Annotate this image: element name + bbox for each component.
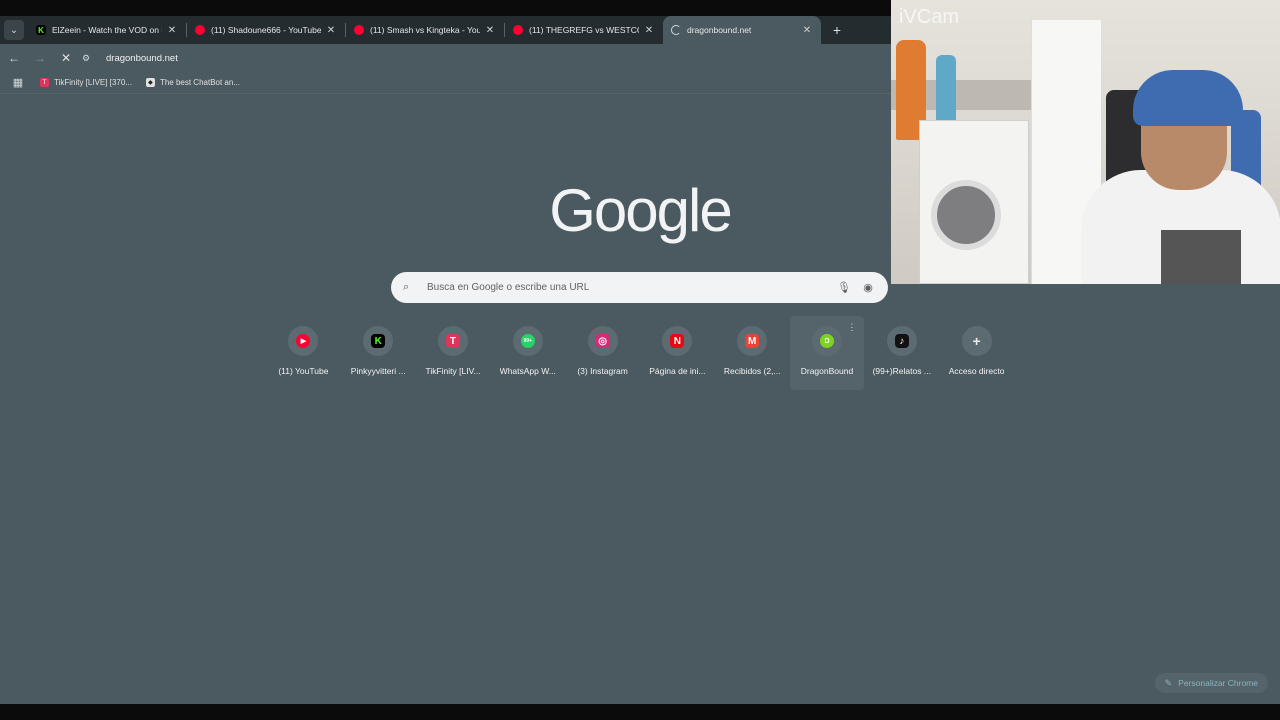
shortcut-label: Pinkyyvitteri ... [350, 366, 406, 376]
shortcut-tile: 99+ [512, 326, 543, 356]
arrow-left-icon: ← [8, 51, 20, 65]
shortcut-tile: D [811, 326, 842, 356]
instagram-icon: ◎ [595, 334, 610, 348]
tab-title: (11) Shadoune666 - YouTube [211, 25, 321, 35]
shortcut-tile: ♪ [886, 326, 917, 356]
tab-title: ElZeein - Watch the VOD on Ki [52, 25, 162, 35]
screen: ⌄ K ElZeein - Watch the VOD on Ki ✕ (11) Sh… [0, 0, 1280, 720]
shortcut-2[interactable]: T TikFinity [LIV... [416, 316, 491, 390]
shortcut-tile: ◎ [587, 326, 618, 356]
stop-button[interactable]: ✕ [54, 46, 78, 70]
tiktok-icon: ♪ [894, 334, 909, 348]
netflix-icon: N [670, 334, 685, 348]
tab-2[interactable]: (11) Smash vs Kingteka - YouTu ✕ [346, 16, 504, 44]
customize-chrome-button[interactable]: ✎ Personalizar Chrome [1154, 673, 1268, 693]
close-icon[interactable]: ✕ [801, 25, 813, 36]
forward-button[interactable]: → [28, 46, 52, 70]
tab-title: dragonbound.net [687, 25, 752, 35]
youtube-icon: ▶ [296, 334, 311, 348]
shortcut-5[interactable]: N Página de ini... [640, 316, 715, 390]
arrow-right-icon: → [34, 51, 46, 65]
toolbar: ← → ✕ ⚙ dragonbound.net [0, 44, 891, 72]
site-info-icon[interactable]: ⚙ [82, 53, 100, 64]
shortcut-label: (11) YouTube [278, 366, 329, 376]
shortcut-8[interactable]: ♪ (99+)Relatos ... [864, 316, 939, 390]
search-box[interactable]: ⌕ 🎙 ◉ [391, 272, 888, 303]
shortcut-6[interactable]: M Recibidos (2,... [715, 316, 790, 390]
diamond-icon: ◆ [145, 78, 155, 87]
kick-icon: K [36, 25, 46, 35]
chevron-down-icon: ⌄ [9, 24, 19, 36]
shortcut-tile: + [961, 326, 992, 356]
shortcut-label: TikFinity [LIV... [425, 366, 481, 376]
shortcut-label: Página de ini... [649, 366, 706, 376]
dragonbound-icon: D [819, 334, 834, 348]
shortcut-7[interactable]: D DragonBound ⋮ [789, 316, 865, 390]
tab-0[interactable]: K ElZeein - Watch the VOD on Ki ✕ [28, 16, 186, 44]
bookmarks-bar: ▦ T TikFinity [LIVE] [370... ◆ The best … [0, 72, 891, 94]
youtube-icon [513, 25, 523, 35]
close-icon[interactable]: ✕ [325, 25, 337, 36]
back-button[interactable]: ← [2, 46, 26, 70]
youtube-icon [195, 25, 205, 35]
close-icon[interactable]: ✕ [166, 25, 178, 36]
microphone-icon[interactable]: 🎙 [836, 281, 852, 294]
url-text: dragonbound.net [106, 52, 178, 64]
gmail-icon: M [745, 334, 760, 348]
pencil-icon: ✎ [1164, 677, 1173, 688]
tab-title: (11) Smash vs Kingteka - YouTu [370, 25, 480, 35]
streamer [1041, 70, 1280, 284]
apps-grid-icon[interactable]: ▦ [10, 75, 26, 91]
whatsapp-icon: 99+ [520, 334, 535, 348]
tab-bar: ⌄ K ElZeein - Watch the VOD on Ki ✕ (11) Sh… [0, 16, 891, 44]
tab-title: (11) THEGREFG vs WESTCOL | L [529, 25, 639, 35]
shortcut-tile: ▶ [288, 326, 319, 356]
kick-icon: K [371, 334, 386, 348]
shortcut-4[interactable]: ◎ (3) Instagram [565, 316, 640, 390]
search-input[interactable] [427, 282, 830, 293]
tikfinity-icon: T [40, 78, 49, 87]
shortcut-label: WhatsApp W... [499, 366, 556, 376]
shortcut-tile: T [437, 326, 468, 356]
shortcut-label: DragonBound [800, 366, 854, 376]
shortcut-1[interactable]: K Pinkyyvitteri ... [341, 316, 416, 390]
new-tab-button[interactable]: + [827, 20, 847, 40]
search-icon: ⌕ [403, 281, 410, 293]
plus-icon: + [972, 333, 981, 349]
plus-icon: + [832, 22, 842, 38]
close-icon[interactable]: ✕ [484, 25, 496, 36]
youtube-icon [354, 25, 364, 35]
shortcut-3[interactable]: 99+ WhatsApp W... [490, 316, 565, 390]
google-logo: Google [549, 177, 732, 244]
shortcut-label: (3) Instagram [577, 366, 628, 376]
address-bar[interactable]: ⚙ dragonbound.net [82, 47, 882, 69]
shortcut-0[interactable]: ▶ (11) YouTube [266, 316, 341, 390]
webcam-watermark: iVCam [899, 6, 960, 28]
tab-4[interactable]: dragonbound.net ✕ [663, 16, 821, 44]
shortcut-tile: N [662, 326, 693, 356]
loading-icon [671, 25, 681, 35]
shortcut-tile: M [737, 326, 768, 356]
shortcut-9[interactable]: + Acceso directo [939, 316, 1014, 390]
bookmark-tikfinity[interactable]: T TikFinity [LIVE] [370... [40, 78, 132, 87]
tikfinity-icon: T [445, 334, 460, 348]
shortcut-label: Acceso directo [948, 366, 1005, 376]
camera-lens-icon[interactable]: ◉ [860, 281, 876, 294]
tab-1[interactable]: (11) Shadoune666 - YouTube ✕ [187, 16, 345, 44]
shortcut-label: (99+)Relatos ... [872, 366, 931, 376]
more-vertical-icon[interactable]: ⋮ [847, 322, 856, 333]
tab-3[interactable]: (11) THEGREFG vs WESTCOL | L ✕ [505, 16, 663, 44]
webcam-overlay: iVCam [891, 0, 1280, 284]
shortcut-label: Recibidos (2,... [723, 366, 781, 376]
close-icon: ✕ [60, 51, 72, 65]
bookmark-chatbot[interactable]: ◆ The best ChatBot an... [145, 78, 240, 87]
shortcuts-grid: ▶ (11) YouTube K Pinkyyvitteri ... T TikFinit… [266, 316, 1014, 390]
shortcut-tile: K [363, 326, 394, 356]
bottom-strip [0, 704, 1280, 720]
tab-search-button[interactable]: ⌄ [4, 20, 24, 40]
close-icon[interactable]: ✕ [643, 25, 655, 36]
